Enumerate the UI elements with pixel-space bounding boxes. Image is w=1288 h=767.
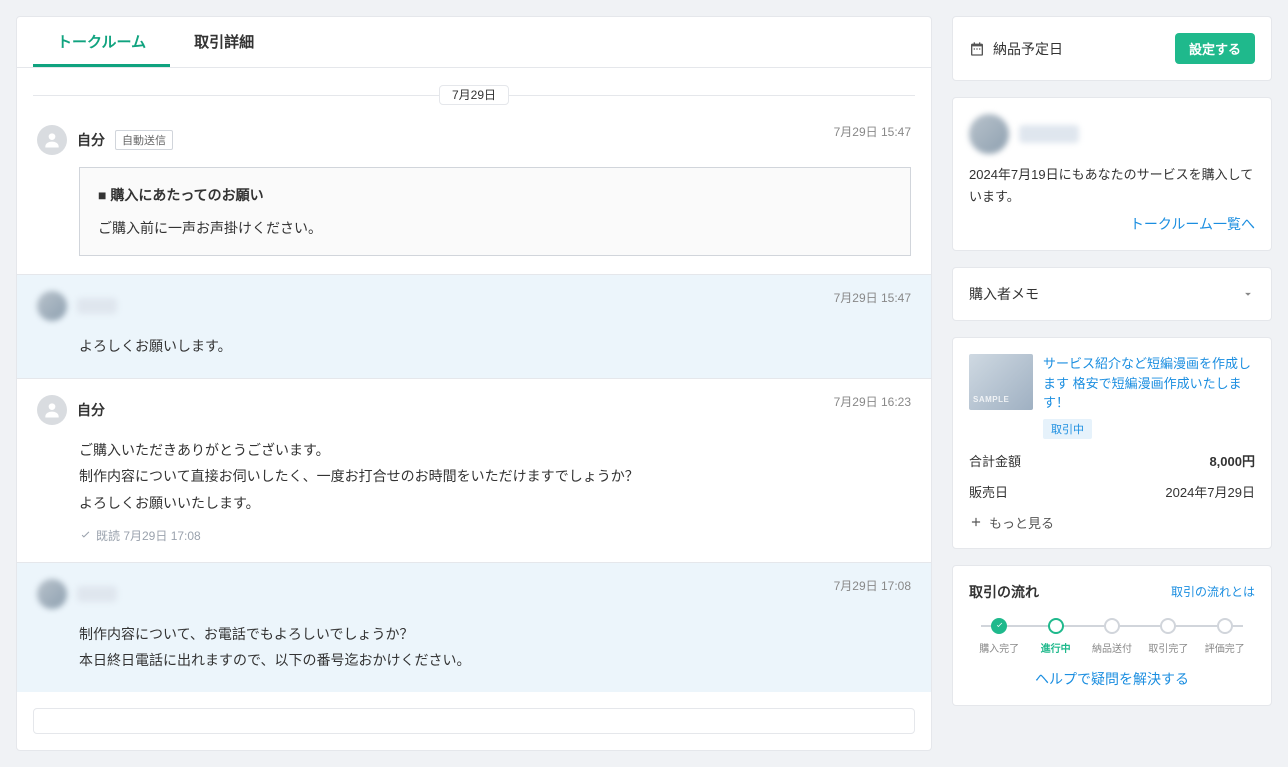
check-icon — [79, 529, 92, 542]
show-more[interactable]: もっと見る — [969, 513, 1255, 532]
flow-title: 取引の流れ — [969, 582, 1039, 602]
talkroom-list-link[interactable]: トークルーム一覧へ — [1130, 216, 1255, 232]
sold-date-value: 2024年7月29日 — [1165, 482, 1255, 501]
purchase-notice-box: ■ 購入にあたってのお願い ご購入前に一声お声掛けください。 — [79, 167, 911, 256]
buyer-name: . — [1019, 125, 1079, 143]
step-in-progress: 進行中 — [1027, 618, 1083, 655]
amount-label: 合計金額 — [969, 451, 1021, 470]
memo-label: 購入者メモ — [969, 284, 1039, 304]
notice-title: ■ 購入にあたってのお願い — [98, 182, 892, 209]
avatar-self — [37, 395, 67, 425]
step-purchase-done: 購入完了 — [971, 618, 1027, 655]
tab-detail[interactable]: 取引詳細 — [170, 17, 278, 67]
message-time: 7月29日 17:08 — [834, 577, 911, 594]
service-thumbnail — [969, 354, 1033, 410]
message-body: よろしくお願いします。 — [37, 333, 911, 360]
flow-link[interactable]: 取引の流れとは — [1171, 583, 1255, 600]
buyer-memo-row[interactable]: 購入者メモ — [952, 267, 1272, 321]
auto-send-tag: 自動送信 — [115, 130, 173, 150]
date-divider: 7月29日 — [17, 86, 931, 103]
avatar-buyer — [969, 114, 1009, 154]
buyer-name: . — [77, 586, 117, 602]
amount-value: 8,000円 — [1209, 451, 1255, 470]
message-self: 7月29日 16:23 自分 ご購入いただきありがとうございます。 制作内容につ… — [17, 378, 931, 562]
message-body: 制作内容について、お電話でもよろしいでしょうか？ 本日終日電話に出れますので、以… — [37, 621, 911, 674]
avatar-buyer — [37, 291, 67, 321]
help-link[interactable]: ヘルプで疑問を解決する — [1035, 671, 1189, 687]
status-badge: 取引中 — [1043, 419, 1092, 439]
service-title-link[interactable]: サービス紹介など短編漫画を作成します 格安で短編漫画作成いたします！ — [1043, 356, 1251, 410]
message-buyer: 7月29日 17:08 . 制作内容について、お電話でもよろしいでしょうか？ 本… — [17, 562, 931, 692]
tabs: トークルーム 取引詳細 — [17, 17, 931, 68]
message-body: ご購入いただきありがとうございます。 制作内容について直接お伺いしたく、一度お打… — [37, 437, 911, 517]
sender-name: 自分 — [77, 130, 105, 150]
tab-talkroom[interactable]: トークルーム — [33, 17, 170, 67]
message-time: 7月29日 16:23 — [834, 393, 911, 410]
avatar-self — [37, 125, 67, 155]
step-complete: 取引完了 — [1140, 618, 1196, 655]
delivery-date-label: 納品予定日 — [993, 39, 1063, 59]
main-column: トークルーム 取引詳細 7月29日 7月29日 15:47 自分 自動送信 ■ … — [16, 16, 932, 751]
sold-date-label: 販売日 — [969, 482, 1008, 501]
calendar-icon — [969, 41, 985, 57]
buyer-name: . — [77, 298, 117, 314]
step-review: 評価完了 — [1197, 618, 1253, 655]
buyer-history: 2024年7月19日にもあなたのサービスを購入しています。 — [969, 164, 1255, 208]
buyer-card: . 2024年7月19日にもあなたのサービスを購入しています。 トークルーム一覧… — [952, 97, 1272, 251]
message-self-auto: 7月29日 15:47 自分 自動送信 ■ 購入にあたってのお願い ご購入前に一… — [17, 109, 931, 274]
plus-icon — [969, 515, 983, 529]
message-buyer: 7月29日 15:47 . よろしくお願いします。 — [17, 274, 931, 378]
message-time: 7月29日 15:47 — [834, 289, 911, 306]
date-divider-label: 7月29日 — [439, 85, 509, 105]
chevron-down-icon — [1241, 287, 1255, 301]
configure-button[interactable]: 設定する — [1175, 33, 1255, 64]
flow-steps: 購入完了 進行中 納品送付 取引完了 評価完了 — [971, 618, 1253, 655]
delivery-date-card: 納品予定日 設定する — [952, 16, 1272, 81]
side-column: 納品予定日 設定する . 2024年7月19日にもあなたのサービスを購入していま… — [952, 16, 1272, 751]
read-receipt: 既読 7月29日 17:08 — [37, 527, 911, 544]
message-time: 7月29日 15:47 — [834, 123, 911, 140]
compose-input[interactable] — [33, 708, 915, 734]
step-delivery: 納品送付 — [1084, 618, 1140, 655]
avatar-buyer — [37, 579, 67, 609]
flow-card: 取引の流れ 取引の流れとは 購入完了 進行中 納品送付 取引完 — [952, 565, 1272, 706]
notice-body: ご購入前に一声お声掛けください。 — [98, 215, 892, 242]
service-card: サービス紹介など短編漫画を作成します 格安で短編漫画作成いたします！ 取引中 合… — [952, 337, 1272, 549]
sender-name: 自分 — [77, 400, 105, 420]
